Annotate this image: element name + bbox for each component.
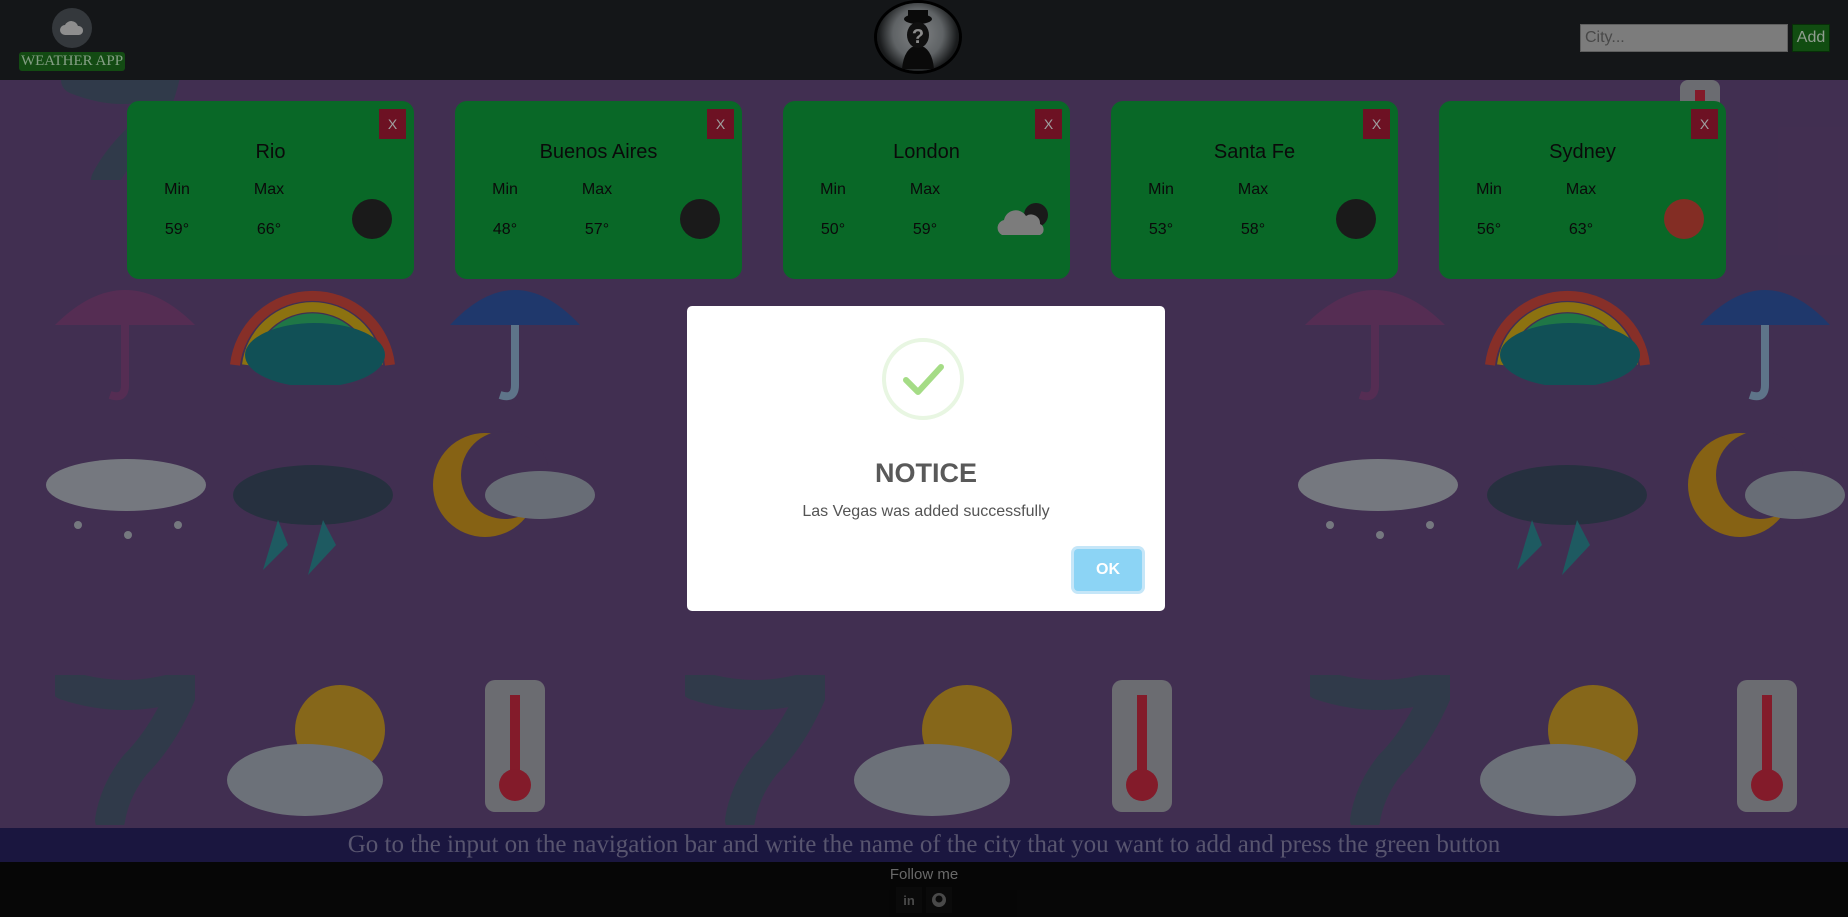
dialog-message: Las Vegas was added successfully	[802, 503, 1050, 520]
notice-dialog: NOTICE Las Vegas was added successfully …	[687, 306, 1165, 611]
success-check-icon	[882, 338, 964, 420]
dialog-title: NOTICE	[874, 458, 977, 488]
ok-button[interactable]: OK	[1074, 549, 1142, 591]
